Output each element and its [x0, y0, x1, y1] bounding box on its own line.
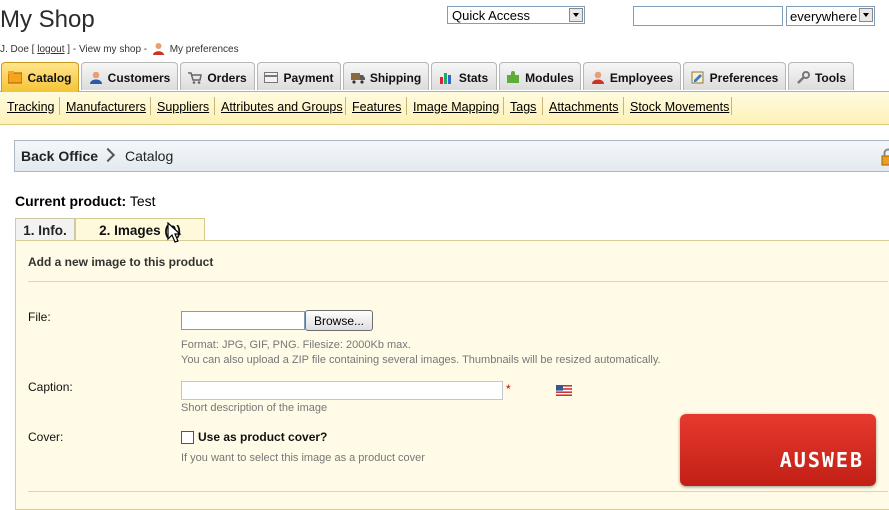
- logout-link[interactable]: logout: [37, 44, 64, 55]
- tab-tools[interactable]: Tools: [788, 62, 854, 90]
- subnav-separator: [503, 97, 504, 115]
- current-product-name: Test: [129, 193, 156, 209]
- current-product-label: Current product:: [15, 193, 127, 209]
- tab-label: Stats: [458, 71, 489, 85]
- subnav-tracking[interactable]: Tracking: [7, 100, 54, 114]
- tab-label: Modules: [525, 71, 574, 85]
- tab-orders[interactable]: Orders: [180, 62, 255, 90]
- ausweb-logo: AUSWEB: [680, 414, 876, 486]
- quick-access-label: Quick Access: [452, 8, 531, 23]
- search-scope-select[interactable]: everywhere: [786, 6, 875, 26]
- chevron-down-icon: [569, 8, 583, 22]
- browse-button[interactable]: Browse...: [305, 310, 373, 331]
- tools-icon: [797, 71, 810, 84]
- breadcrumb: Back Office Catalog: [14, 140, 889, 172]
- tab-shipping[interactable]: Shipping: [343, 62, 429, 90]
- tab-label: Employees: [609, 71, 674, 85]
- chevron-down-icon: [859, 8, 873, 22]
- search-scope-label: everywhere: [790, 9, 858, 24]
- caption-label: Caption:: [28, 380, 73, 394]
- cover-checkbox[interactable]: [181, 431, 194, 444]
- my-preferences-link[interactable]: My preferences: [170, 44, 239, 55]
- file-input[interactable]: [181, 311, 305, 330]
- zip-upload-help: You can also upload a ZIP file containin…: [181, 354, 661, 366]
- cover-label: Cover:: [28, 430, 64, 444]
- tab-label: Shipping: [369, 71, 422, 85]
- file-label: File:: [28, 310, 51, 324]
- cover-checkbox-label[interactable]: Use as product cover?: [198, 430, 327, 444]
- shop-title: My Shop: [0, 6, 95, 33]
- employees-icon: [591, 71, 604, 84]
- orders-icon: [188, 72, 203, 84]
- tab-label: Orders: [207, 71, 247, 85]
- tab-product-info[interactable]: 1. Info.: [15, 218, 75, 241]
- tab-stats[interactable]: Stats: [431, 62, 497, 90]
- breadcrumb-current: Catalog: [125, 148, 174, 164]
- caption-input[interactable]: [181, 381, 503, 400]
- subnav-suppliers[interactable]: Suppliers: [157, 100, 209, 114]
- user-line: J. Doe [ logout ] - View my shop - My pr…: [0, 42, 239, 55]
- search-input[interactable]: [633, 6, 783, 26]
- subnav-separator: [623, 97, 624, 115]
- subnav-separator: [59, 97, 60, 115]
- current-product: Current product: Test: [15, 193, 156, 209]
- panel-title: Add a new image to this product: [28, 255, 214, 269]
- logo-text: AUSWEB: [779, 448, 864, 472]
- subnav-separator: [150, 97, 151, 115]
- user-icon: [152, 43, 164, 55]
- subnav-separator: [214, 97, 215, 115]
- user-line-mid: ] - View my shop -: [67, 44, 148, 55]
- file-format-help: Format: JPG, GIF, PNG. Filesize: 2000Kb …: [181, 339, 411, 351]
- tab-product-images[interactable]: 2. Images (0): [75, 218, 205, 242]
- subnav-features[interactable]: Features: [352, 100, 401, 114]
- subnav-image-mapping[interactable]: Image Mapping: [413, 100, 499, 114]
- preferences-icon: [691, 71, 704, 84]
- catalog-icon: [8, 71, 23, 84]
- tab-label: Tools: [814, 71, 847, 85]
- tab-payment[interactable]: Payment: [257, 62, 341, 90]
- us-flag-icon[interactable]: [556, 385, 572, 396]
- customers-icon: [89, 71, 102, 84]
- lock-icon[interactable]: [881, 148, 889, 166]
- tab-label: Payment: [283, 71, 334, 85]
- tab-label: Preferences: [709, 71, 779, 85]
- subnav-tags[interactable]: Tags: [510, 100, 536, 114]
- cover-help: If you want to select this image as a pr…: [181, 452, 425, 464]
- required-mark: *: [506, 382, 511, 396]
- tab-label: Customers: [107, 71, 171, 85]
- subnav-separator: [406, 97, 407, 115]
- breadcrumb-back-office[interactable]: Back Office: [21, 148, 98, 164]
- tab-label: Catalog: [27, 71, 72, 85]
- mouse-cursor-icon: [167, 222, 182, 243]
- payment-icon: [264, 72, 279, 83]
- subnav-separator: [345, 97, 346, 115]
- tab-preferences[interactable]: Preferences: [683, 62, 786, 90]
- tab-employees[interactable]: Employees: [583, 62, 681, 90]
- subnav-manufacturers[interactable]: Manufacturers: [66, 100, 146, 114]
- subnav-attributes-and-groups[interactable]: Attributes and Groups: [221, 100, 343, 114]
- sub-navigation: Tracking Manufacturers Suppliers Attribu…: [0, 92, 889, 125]
- user-name: J. Doe [: [0, 44, 35, 55]
- stats-icon: [439, 73, 451, 84]
- chevron-right-icon: [100, 147, 116, 163]
- tab-modules[interactable]: Modules: [499, 62, 581, 90]
- divider: [28, 491, 888, 492]
- quick-access-select[interactable]: Quick Access: [447, 6, 585, 24]
- shipping-icon: [350, 73, 365, 84]
- tab-customers[interactable]: Customers: [81, 62, 178, 90]
- subnav-attachments[interactable]: Attachments: [549, 100, 618, 114]
- main-tabs: Catalog Customers Orders Payment Shippin…: [0, 62, 889, 92]
- tab-catalog[interactable]: Catalog: [1, 62, 79, 92]
- subnav-separator: [542, 97, 543, 115]
- caption-help: Short description of the image: [181, 402, 328, 414]
- modules-icon: [507, 71, 520, 83]
- divider: [28, 281, 888, 282]
- header: My Shop J. Doe [ logout ] - View my shop…: [0, 0, 889, 62]
- subnav-stock-movements[interactable]: Stock Movements: [630, 100, 729, 114]
- subnav-separator: [731, 97, 732, 115]
